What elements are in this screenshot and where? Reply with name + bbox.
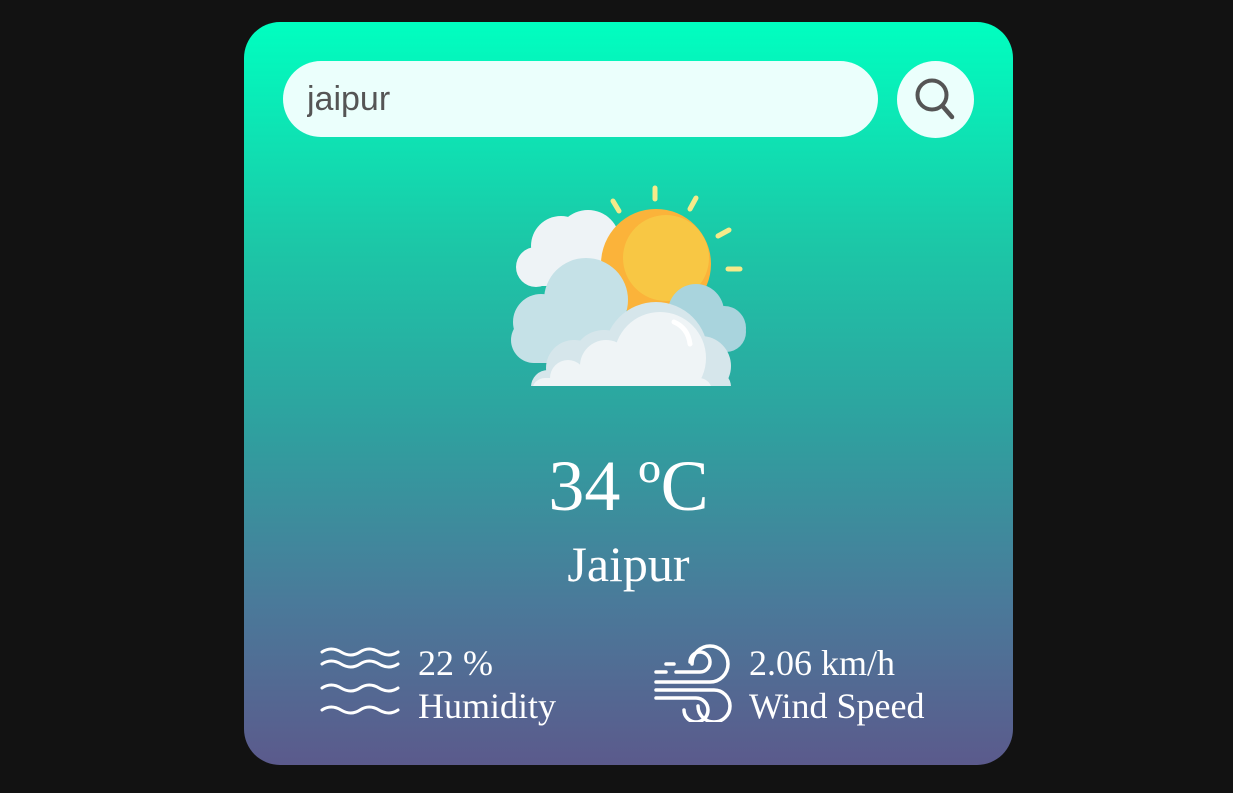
partly-cloudy-icon (511, 185, 746, 386)
city-name: Jaipur (567, 536, 690, 592)
city-search-input[interactable] (283, 61, 878, 137)
humidity-label: Humidity (418, 686, 557, 726)
humidity-detail: 22 % Humidity (320, 642, 580, 732)
search-icon (915, 78, 955, 120)
wind-speed-value: 2.06 km/h (749, 643, 896, 683)
temperature: 34 ºC (548, 446, 709, 526)
search-button[interactable] (897, 61, 974, 138)
weather-card: 34 ºC Jaipur 22 % Humidity 2 (244, 22, 1013, 765)
humidity-icon (320, 647, 400, 715)
wind-speed-label: Wind Speed (749, 686, 925, 726)
humidity-value: 22 % (418, 643, 493, 683)
wind-detail: 2.06 km/h Wind Speed (652, 642, 952, 732)
wind-icon (654, 644, 732, 722)
